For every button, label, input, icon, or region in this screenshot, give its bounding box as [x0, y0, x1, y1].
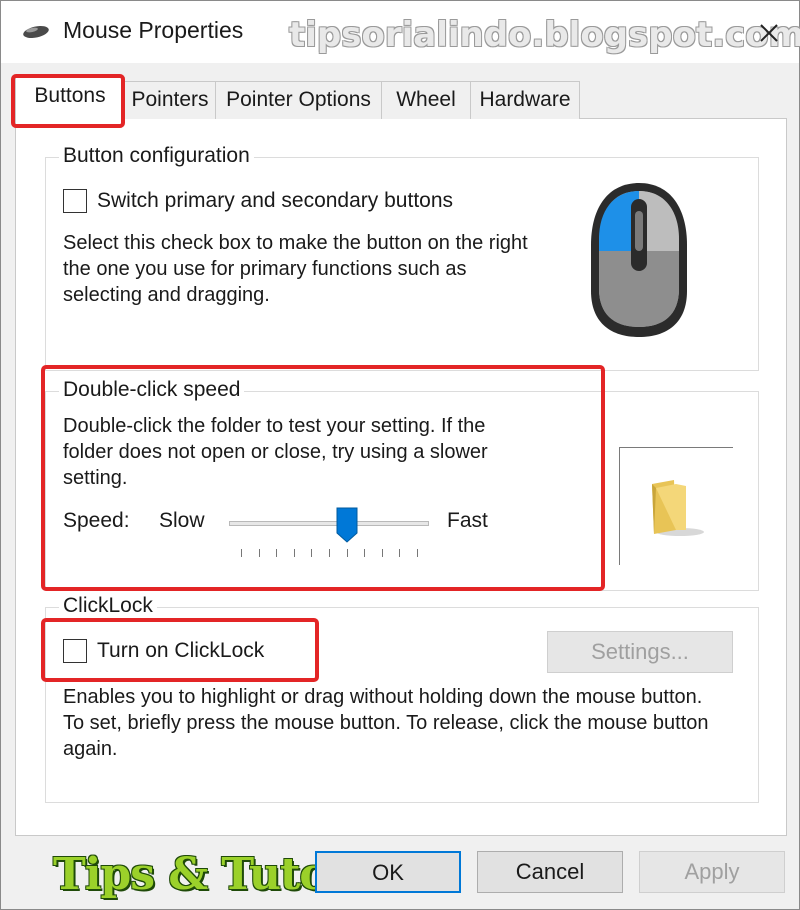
clicklock-settings-button[interactable]: Settings...	[547, 631, 733, 673]
slider-tick	[293, 549, 295, 557]
tab-buttons[interactable]: Buttons	[15, 77, 125, 121]
folder-test-area[interactable]	[619, 447, 733, 565]
mouse-illustration-icon	[591, 183, 687, 337]
slider-tick	[329, 549, 330, 557]
title-bar: Mouse Properties tipsorialindo.blogspot.…	[1, 1, 800, 63]
tab-pointer-options[interactable]: Pointer Options	[215, 81, 382, 119]
fast-label: Fast	[447, 509, 488, 532]
folder-icon	[652, 480, 704, 536]
speed-label: Speed:	[63, 509, 130, 532]
tab-strip: Buttons Pointers Pointer Options Wheel H…	[15, 77, 595, 121]
clicklock-legend: ClickLock	[59, 594, 157, 618]
clicklock-label: Turn on ClickLock	[97, 639, 265, 662]
slider-tick	[241, 549, 242, 557]
slider-tick	[276, 549, 278, 557]
button-config-description: Select this check box to make the button…	[63, 232, 528, 306]
switch-buttons-checkbox[interactable]	[63, 189, 87, 213]
mouse-icon	[23, 25, 49, 39]
clicklock-checkbox[interactable]	[63, 639, 87, 663]
slider-tick	[381, 549, 383, 557]
button-configuration-legend: Button configuration	[59, 144, 254, 168]
double-click-speed-legend: Double-click speed	[59, 378, 245, 402]
double-click-description: Double-click the folder to test your set…	[63, 415, 488, 489]
slider-tick	[399, 549, 401, 557]
apply-button[interactable]: Apply	[639, 851, 785, 893]
close-icon[interactable]	[749, 13, 789, 53]
slider-tick	[311, 549, 313, 557]
window-title: Mouse Properties	[63, 17, 244, 43]
slider-tick	[417, 549, 418, 557]
slider-tick	[258, 549, 260, 557]
switch-buttons-label: Switch primary and secondary buttons	[97, 189, 454, 212]
slow-label: Slow	[159, 509, 205, 532]
tab-wheel[interactable]: Wheel	[381, 81, 471, 119]
slider-tick	[364, 549, 366, 557]
cancel-button[interactable]: Cancel	[477, 851, 623, 893]
mouse-properties-window: Mouse Properties tipsorialindo.blogspot.…	[0, 0, 800, 910]
slider-tick	[346, 549, 348, 557]
tab-pointers[interactable]: Pointers	[124, 81, 216, 119]
ok-button[interactable]: OK	[315, 851, 461, 893]
clicklock-description: Enables you to highlight or drag without…	[63, 686, 709, 760]
watermark: tipsorialindo.blogspot.com	[289, 15, 800, 55]
tab-hardware[interactable]: Hardware	[470, 81, 580, 119]
speed-slider-thumb[interactable]	[336, 507, 358, 543]
speed-slider-track[interactable]	[229, 521, 429, 526]
